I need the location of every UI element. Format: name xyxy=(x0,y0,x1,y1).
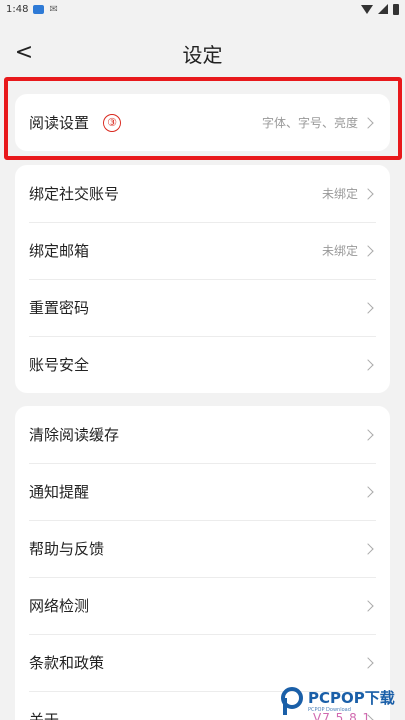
watermark-brand: PCPOP下载 xyxy=(308,689,395,707)
chevron-right-icon xyxy=(362,244,374,257)
wifi-icon xyxy=(361,4,373,14)
row-right xyxy=(362,599,376,612)
row-right xyxy=(362,542,376,555)
version-text: V7.5.8.1 xyxy=(313,711,372,720)
row-label: 网络检测 xyxy=(29,597,90,615)
help-feedback-row[interactable]: 帮助与反馈 xyxy=(15,520,390,577)
row-right: 未绑定 xyxy=(322,242,376,259)
chevron-right-icon xyxy=(362,599,374,612)
row-label: 绑定社交账号 xyxy=(29,185,120,203)
back-arrow-icon: < xyxy=(14,39,34,65)
row-label: 关于 xyxy=(29,711,60,720)
row-value: 未绑定 xyxy=(321,244,358,258)
row-label: 清除阅读缓存 xyxy=(29,426,120,444)
row-right: 字体、字号、亮度 xyxy=(262,114,376,131)
status-left: 1:48 ✉ xyxy=(6,4,58,15)
row-label: 帮助与反馈 xyxy=(29,540,105,558)
reading-settings-card: 阅读设置 ③ 字体、字号、亮度 xyxy=(15,94,390,151)
account-security-row[interactable]: 账号安全 xyxy=(15,336,390,393)
chevron-right-icon xyxy=(362,187,374,200)
row-label: 账号安全 xyxy=(29,356,90,374)
chevron-right-icon xyxy=(362,116,374,129)
row-value: 未绑定 xyxy=(321,187,358,201)
account-card: 绑定社交账号 未绑定 绑定邮箱 未绑定 重置密码 账号安全 xyxy=(15,165,390,393)
reading-settings-row[interactable]: 阅读设置 ③ 字体、字号、亮度 xyxy=(15,94,390,151)
row-label: 通知提醒 xyxy=(29,483,90,501)
pcpop-logo-icon xyxy=(281,687,303,715)
row-right xyxy=(362,428,376,441)
mail-notification-icon: ✉ xyxy=(49,3,58,15)
header: < 设定 xyxy=(0,30,405,76)
row-right: 未绑定 xyxy=(322,185,376,202)
row-label: 重置密码 xyxy=(29,299,90,317)
row-value: 字体、字号、亮度 xyxy=(261,116,358,130)
bind-email-row[interactable]: 绑定邮箱 未绑定 xyxy=(15,222,390,279)
page-title: 设定 xyxy=(182,42,223,67)
notification-reminder-row[interactable]: 通知提醒 xyxy=(15,463,390,520)
row-label: 绑定邮箱 xyxy=(29,242,90,260)
status-time: 1:48 xyxy=(6,3,29,15)
app-notification-icon xyxy=(33,4,45,14)
watermark-text: PCPOP下载 PCPOP Download xyxy=(308,691,395,713)
chevron-right-icon xyxy=(362,542,374,555)
chevron-right-icon xyxy=(362,485,374,498)
general-card: 清除阅读缓存 通知提醒 帮助与反馈 网络检测 条款和政策 关于 xyxy=(15,406,390,720)
chevron-right-icon xyxy=(362,301,374,314)
chevron-right-icon xyxy=(362,656,374,669)
network-check-row[interactable]: 网络检测 xyxy=(15,577,390,634)
row-label: 条款和政策 xyxy=(29,654,105,672)
reset-password-row[interactable]: 重置密码 xyxy=(15,279,390,336)
clear-reading-cache-row[interactable]: 清除阅读缓存 xyxy=(15,406,390,463)
back-button[interactable]: < xyxy=(8,36,40,68)
row-label: 阅读设置 xyxy=(29,114,90,132)
step-badge: ③ xyxy=(103,113,122,132)
status-right xyxy=(361,3,399,15)
terms-policy-row[interactable]: 条款和政策 xyxy=(15,634,390,691)
row-right xyxy=(362,656,376,669)
chevron-right-icon xyxy=(362,428,374,441)
signal-icon xyxy=(378,4,388,14)
battery-icon xyxy=(393,3,399,15)
bind-social-account-row[interactable]: 绑定社交账号 未绑定 xyxy=(15,165,390,222)
row-right xyxy=(362,485,376,498)
chevron-right-icon xyxy=(362,358,374,371)
status-bar: 1:48 ✉ xyxy=(0,0,405,18)
row-right xyxy=(362,301,376,314)
row-right xyxy=(362,358,376,371)
